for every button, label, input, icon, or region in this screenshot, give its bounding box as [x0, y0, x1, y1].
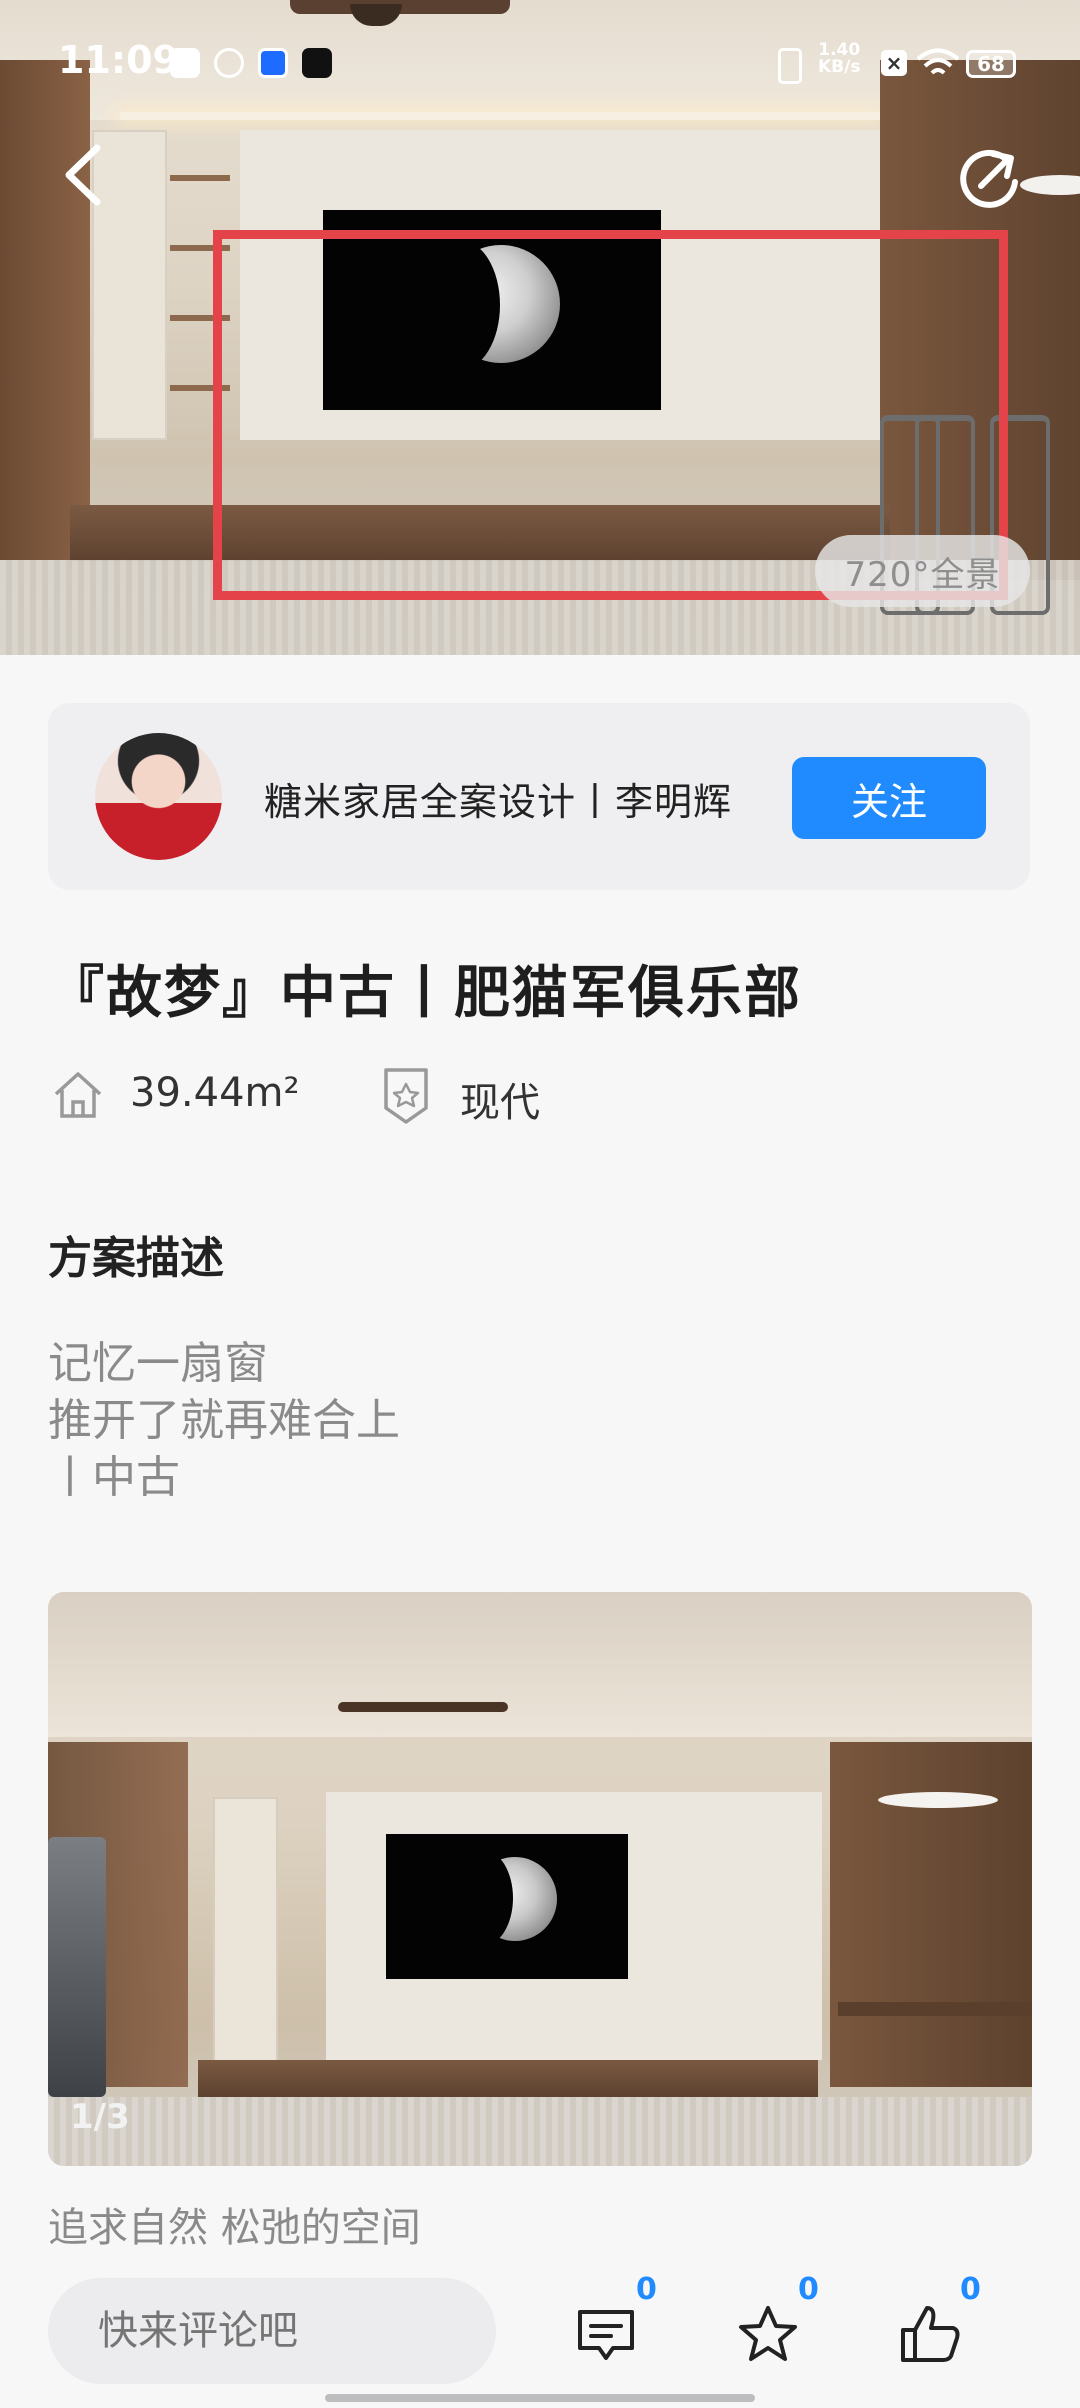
shelf: [170, 175, 230, 181]
wifi-icon: [916, 48, 960, 75]
favorite-count: 0: [798, 2272, 819, 2307]
photo-washer-stack: [48, 1837, 106, 2097]
case-area: 39.44m²: [130, 1070, 300, 1116]
photo-pendant-lamp: [878, 1792, 998, 1808]
like-count: 0: [960, 2272, 981, 2307]
network-speed-unit: KB/s: [818, 57, 861, 77]
description-text: 记忆一扇窗 推开了就再难合上 丨中古: [48, 1335, 400, 1506]
no-sim-icon: ×: [881, 50, 907, 76]
status-time: 11:09: [58, 38, 179, 82]
notification-app-icon: [258, 48, 288, 78]
description-line: 推开了就再难合上: [48, 1395, 400, 1446]
home-indicator[interactable]: [325, 2394, 755, 2402]
notification-mail-icon: [170, 48, 200, 78]
thumbs-up-icon[interactable]: [895, 2300, 965, 2370]
photo-white-cabinet: [213, 1797, 278, 2062]
share-icon[interactable]: [955, 142, 1025, 212]
designer-name[interactable]: 糖米家居全案设计丨李明辉: [264, 771, 732, 826]
photo-ceiling-fan: [338, 1702, 508, 1712]
comment-icon[interactable]: [571, 2300, 641, 2370]
star-icon[interactable]: [733, 2300, 803, 2370]
photo-floor-rug: [48, 2097, 1032, 2166]
comment-input[interactable]: [48, 2278, 496, 2384]
gallery-counter: 1/3: [70, 2097, 130, 2137]
designer-avatar[interactable]: [95, 733, 222, 860]
gallery-photo[interactable]: 1/3: [48, 1592, 1032, 2166]
follow-button[interactable]: 关注: [792, 757, 986, 839]
description-line: 记忆一扇窗: [48, 1338, 268, 1389]
tiktok-icon: [302, 48, 332, 78]
bottom-action-bar: 0 0 0: [0, 2250, 1080, 2408]
description-heading: 方案描述: [48, 1233, 224, 1284]
photo-caption: 追求自然 松弛的空间: [48, 2205, 421, 2251]
panorama-badge[interactable]: 720°全景: [815, 535, 1030, 607]
photo-tv-console: [198, 2060, 818, 2100]
vibrate-icon: [778, 48, 802, 84]
comment-count: 0: [636, 2272, 657, 2307]
photo-moon-shadow: [453, 1850, 513, 1946]
description-line: 丨中古: [48, 1452, 180, 1503]
house-icon: [54, 1072, 102, 1118]
designer-card[interactable]: 糖米家居全案设计丨李明辉 关注: [48, 703, 1030, 890]
case-title: 『故梦』中古丨肥猫军俱乐部: [48, 961, 802, 1026]
network-speed: 1.40 KB/s: [818, 42, 860, 76]
style-badge-icon: [384, 1068, 428, 1124]
photo-ceiling: [48, 1592, 1032, 1737]
wood-panel-left: [0, 60, 90, 560]
photo-dining-table: [838, 2002, 1032, 2016]
notification-planet-icon: [214, 48, 244, 78]
case-style: 现代: [460, 1080, 540, 1126]
status-bar: 11:09 1.40 KB/s × 68: [0, 0, 1080, 120]
battery-indicator: 68: [966, 50, 1016, 78]
back-arrow-icon[interactable]: [55, 140, 115, 210]
